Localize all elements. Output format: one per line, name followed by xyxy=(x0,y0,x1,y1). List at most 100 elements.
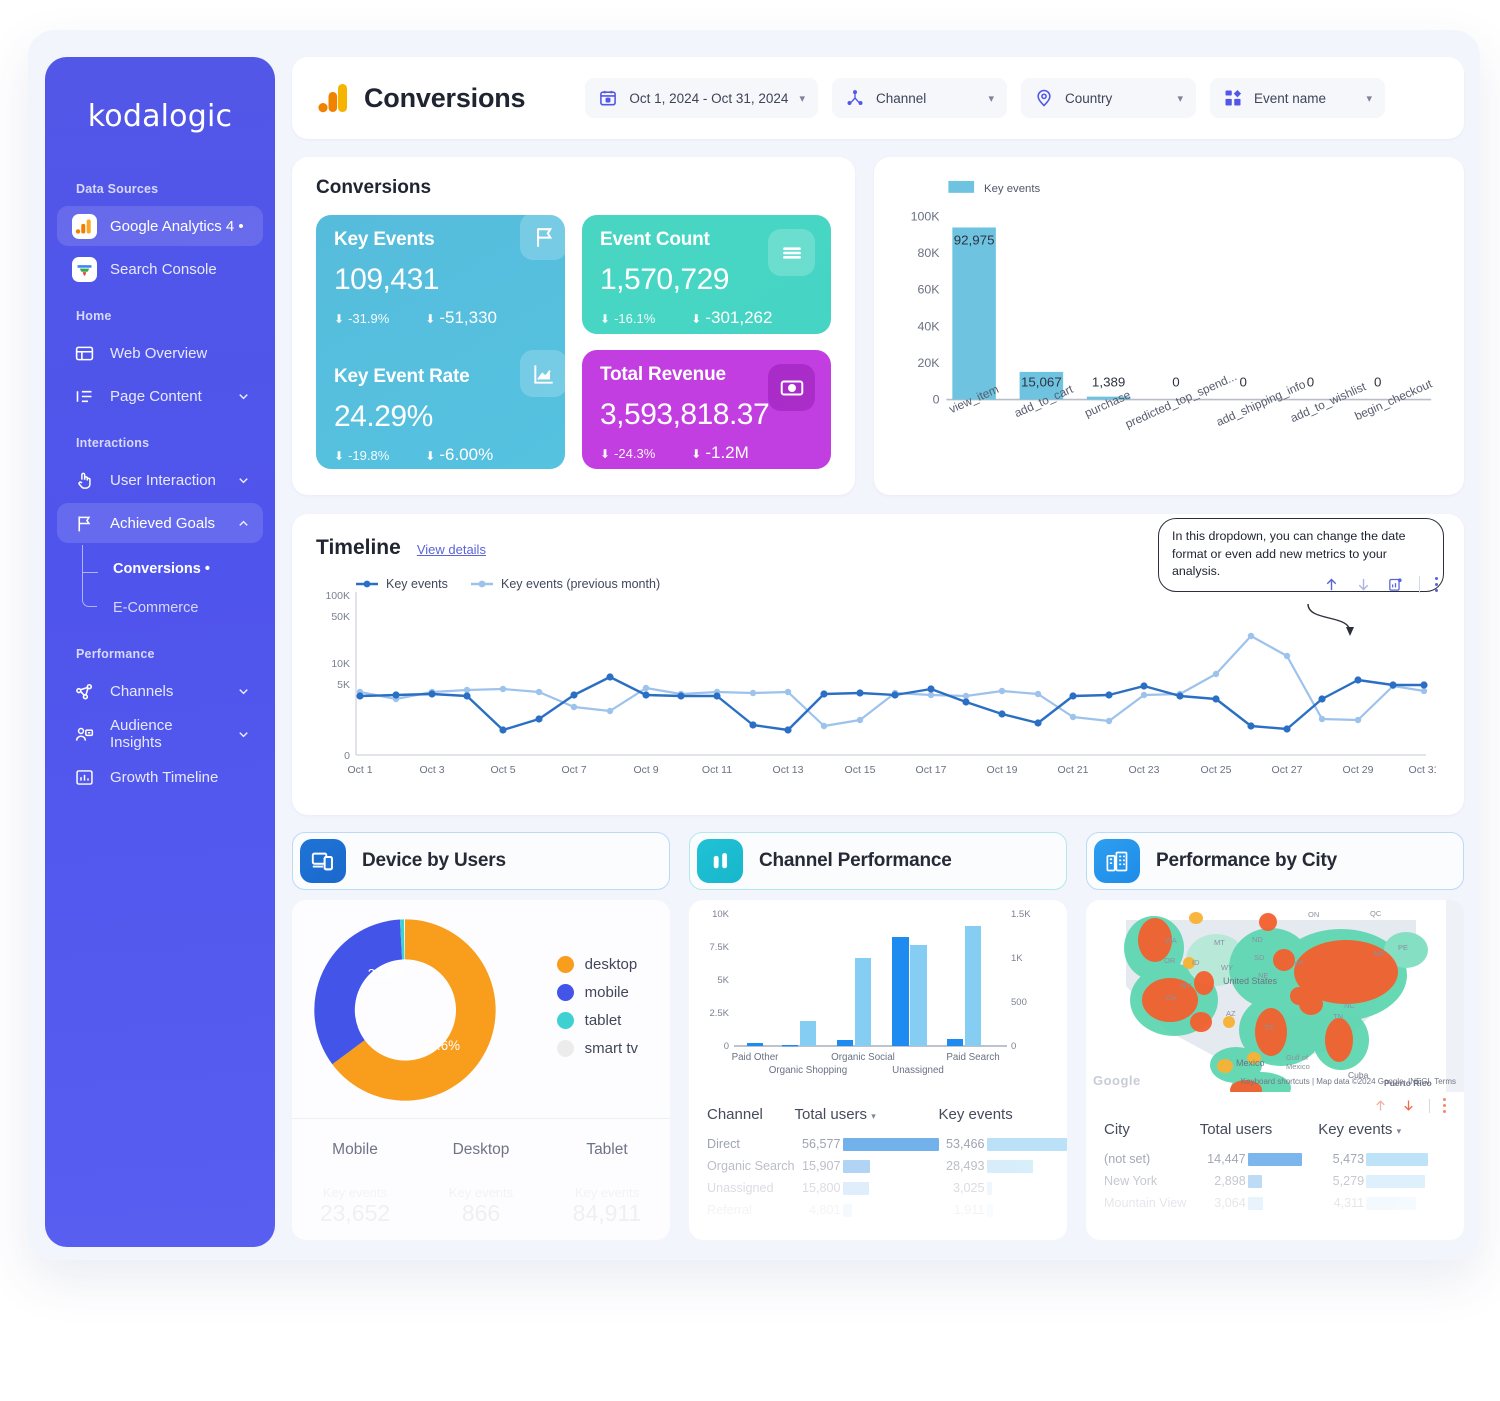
table-row: (not set) 14,447 5,473 xyxy=(1104,1148,1446,1170)
kpi-delta-percent: ⬇ -31.9% xyxy=(334,310,390,326)
col-key-events[interactable]: Key events ▾ xyxy=(1318,1115,1446,1148)
svg-text:Oct 29: Oct 29 xyxy=(1343,764,1374,776)
sidebar-item-achieved-goals[interactable]: Achieved Goals xyxy=(57,503,263,543)
legend-item: smart tv xyxy=(556,1040,638,1057)
channel-performance-bar-chart[interactable]: 10K7.5K5K2.5K0 1.5K1K5000 Paid Other Org… xyxy=(689,900,1049,1085)
chevron-down-icon[interactable]: ▾ xyxy=(988,92,994,105)
event-name-filter[interactable]: Event name ▾ xyxy=(1209,78,1385,118)
col-total-users[interactable]: Total users ▾ xyxy=(795,1100,939,1133)
area-chart-icon xyxy=(520,350,565,397)
chevron-down-icon[interactable] xyxy=(236,473,251,488)
bar-chart-legend-label: Key events xyxy=(984,183,1041,195)
sidebar-item-label: Audience Insights xyxy=(110,717,173,751)
sidebar-item-label: Page Content xyxy=(110,387,202,405)
device-by-users-panel: Device by Users 21.6% 77.6% desktop mobi… xyxy=(292,832,670,1240)
chevron-down-icon[interactable]: ▾ xyxy=(799,92,805,105)
country-filter[interactable]: Country ▾ xyxy=(1020,78,1196,118)
more-options-icon[interactable] xyxy=(1443,1098,1446,1113)
chevron-down-icon[interactable]: ▾ xyxy=(1366,92,1372,105)
device-metric: Key events 866 xyxy=(448,1185,514,1226)
chevron-down-icon[interactable] xyxy=(236,727,251,742)
svg-text:5K: 5K xyxy=(337,679,350,691)
svg-text:OR: OR xyxy=(1164,956,1176,965)
chevron-up-icon[interactable] xyxy=(236,516,251,531)
svg-text:Unassigned: Unassigned xyxy=(892,1065,944,1076)
map-attribution: Keyboard shortcuts | Map data ©2024 Goog… xyxy=(1240,1077,1456,1086)
timeline-line-chart[interactable]: Key events Key events (previous month) 1… xyxy=(316,574,1439,794)
svg-text:purchase: purchase xyxy=(1082,387,1133,420)
chevron-down-icon[interactable] xyxy=(236,684,251,699)
device-panel-header[interactable]: Device by Users xyxy=(292,832,670,890)
tab-mobile[interactable]: Mobile xyxy=(292,1141,418,1159)
filter-bar: Oct 1, 2024 - Oct 31, 2024 ▾ Channel ▾ C… xyxy=(585,78,1385,118)
sidebar-item-channels[interactable]: Channels xyxy=(57,671,263,711)
kpi-total-revenue[interactable]: Total Revenue 3,593,818.37 ⬇ -24.3% ⬇ -1.2… xyxy=(582,350,831,469)
timeline-legend: Key events Key events (previous month) xyxy=(356,577,660,591)
svg-text:TN: TN xyxy=(1333,1012,1343,1021)
sidebar-item-audience-insights[interactable]: Audience Insights xyxy=(57,714,263,754)
arrow-down-icon[interactable] xyxy=(1401,1098,1416,1113)
cell-total-users: 4,801 xyxy=(795,1199,939,1221)
sort-caret-icon: ▾ xyxy=(1396,1126,1402,1136)
legend-swatch xyxy=(556,1012,574,1029)
svg-text:10K: 10K xyxy=(331,658,350,670)
table-header-row: Channel Total users ▾ Key events xyxy=(707,1100,1067,1133)
arrow-down-icon[interactable] xyxy=(1355,576,1372,593)
key-events-bar-chart[interactable]: Key events 100K80K60K 40K20K0 92,97515,0… xyxy=(892,173,1446,460)
sidebar-item-user-interaction[interactable]: User Interaction xyxy=(57,460,263,500)
kpi-key-events[interactable]: Key Events 109,431 ⬇ -31.9% ⬇ -51,330 xyxy=(316,215,565,328)
svg-text:WY: WY xyxy=(1221,963,1233,972)
sidebar-item-web-overview[interactable]: Web Overview xyxy=(57,333,263,373)
device-metric: Key events 84,911 xyxy=(572,1185,642,1226)
channel-filter[interactable]: Channel ▾ xyxy=(831,78,1007,118)
legend-swatch xyxy=(556,984,574,1001)
sidebar-item-google-analytics-4[interactable]: Google Analytics 4 • xyxy=(57,206,263,246)
tab-desktop[interactable]: Desktop xyxy=(418,1141,544,1159)
svg-text:Gulf of: Gulf of xyxy=(1286,1053,1309,1062)
sidebar-item-page-content[interactable]: Page Content xyxy=(57,376,263,416)
more-options-icon[interactable] xyxy=(1435,577,1438,592)
device-donut-chart[interactable]: 21.6% 77.6% xyxy=(300,905,510,1115)
svg-text:NC: NC xyxy=(1344,1001,1355,1010)
col-total-users[interactable]: Total users xyxy=(1200,1115,1318,1148)
svg-text:Oct 23: Oct 23 xyxy=(1129,764,1160,776)
sidebar-item-conversions[interactable]: Conversions • xyxy=(91,549,263,588)
sidebar-item-ecommerce[interactable]: E-Commerce xyxy=(91,588,263,627)
svg-text:Oct 13: Oct 13 xyxy=(773,764,804,776)
city-heatmap[interactable]: ON QC MT ND SD WY NE WA OR ID NV CA AZ TX NC TN WI… xyxy=(1086,900,1464,1092)
kpi-key-event-rate[interactable]: Key Event Rate 24.29% ⬇ -19.8% ⬇ -6.00% xyxy=(316,350,565,465)
svg-text:0: 0 xyxy=(1307,375,1314,390)
tooltip-pointer-icon xyxy=(1307,603,1354,636)
city-panel-header[interactable]: Performance by City xyxy=(1086,832,1464,890)
legend-label: mobile xyxy=(584,984,629,1001)
view-details-link[interactable]: View details xyxy=(417,542,486,557)
svg-text:WA: WA xyxy=(1165,936,1177,945)
main-content: Conversions Oct 1, 2024 - Oct 31, 2024 ▾… xyxy=(292,57,1464,1240)
arrow-up-icon[interactable] xyxy=(1323,576,1340,593)
svg-text:ON: ON xyxy=(1308,910,1319,919)
date-range-filter[interactable]: Oct 1, 2024 - Oct 31, 2024 ▾ xyxy=(585,78,818,118)
chevron-down-icon[interactable]: ▾ xyxy=(1177,92,1183,105)
kpi-delta-percent: ⬇ -16.1% xyxy=(600,310,656,326)
buildings-icon xyxy=(1094,839,1140,883)
arrow-up-icon[interactable] xyxy=(1373,1098,1388,1113)
export-chart-icon[interactable] xyxy=(1387,576,1404,593)
legend-label: smart tv xyxy=(584,1040,638,1057)
kpi-key-events-group[interactable]: Key Events 109,431 ⬇ -31.9% ⬇ -51,330 Ke… xyxy=(316,215,565,469)
svg-text:QC: QC xyxy=(1370,909,1382,918)
sidebar-item-growth-timeline[interactable]: Growth Timeline xyxy=(57,757,263,797)
brand-logo: kodalogic xyxy=(87,99,233,134)
chevron-down-icon[interactable] xyxy=(236,389,251,404)
svg-text:0: 0 xyxy=(344,750,350,762)
svg-text:SD: SD xyxy=(1254,953,1265,962)
sidebar-item-search-console[interactable]: Search Console xyxy=(57,249,263,289)
svg-text:Oct 19: Oct 19 xyxy=(987,764,1018,776)
tab-tablet[interactable]: Tablet xyxy=(544,1141,670,1159)
device-panel-body: 21.6% 77.6% desktop mobile tablet smart … xyxy=(292,900,670,1240)
col-key-events[interactable]: Key events xyxy=(939,1100,1068,1133)
kpi-event-count[interactable]: Event Count 1,570,729 ⬇ -16.1% ⬇ -301,262 xyxy=(582,215,831,334)
cell-total-users: 56,577 xyxy=(795,1133,939,1155)
channel-panel-header[interactable]: Channel Performance xyxy=(689,832,1067,890)
svg-text:TX: TX xyxy=(1264,1023,1274,1032)
svg-text:United States: United States xyxy=(1223,976,1278,986)
